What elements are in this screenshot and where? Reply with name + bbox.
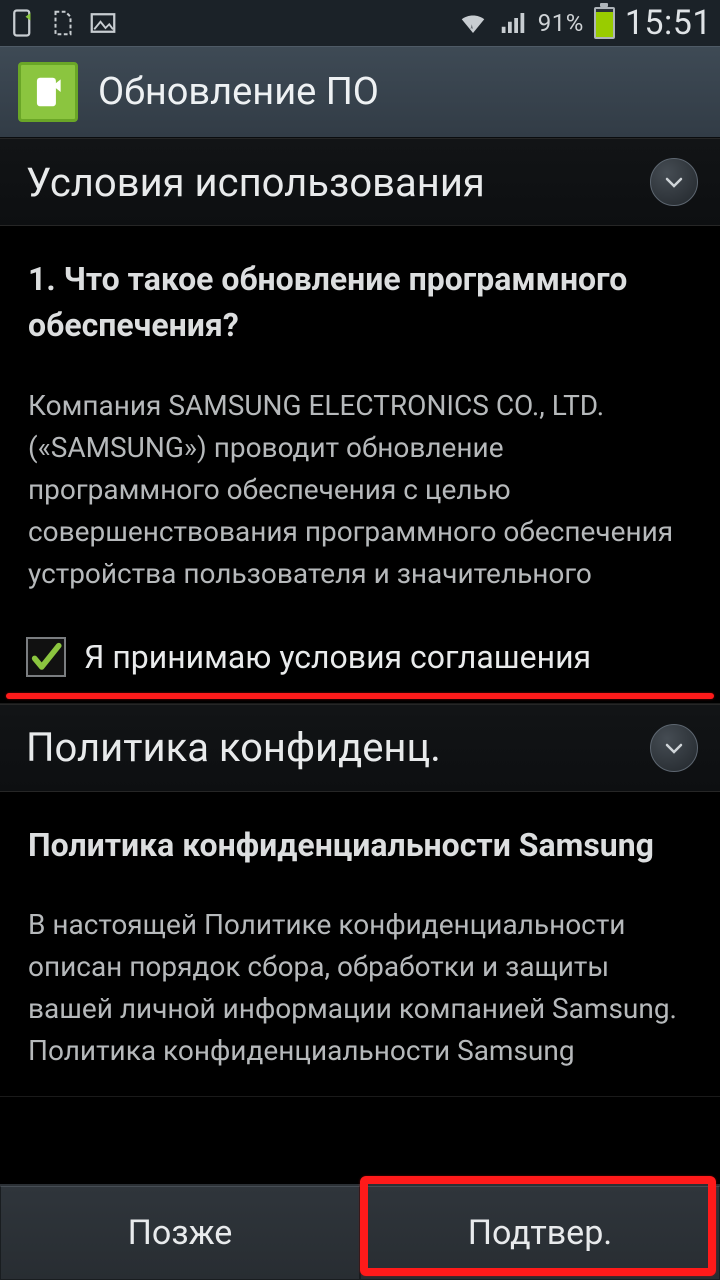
clock: 15:51 — [625, 3, 712, 43]
section-privacy-title: Политика конфиденц. — [26, 724, 441, 771]
picture-icon — [88, 8, 118, 38]
status-right: 91% 15:51 — [458, 3, 712, 43]
page-title: Обновление ПО — [98, 70, 379, 114]
content: Условия использования 1. Что такое обнов… — [0, 138, 720, 1184]
wifi-icon — [458, 8, 488, 38]
section-terms-title: Условия использования — [26, 159, 485, 206]
section-privacy-body: Политика конфиденциальности Samsung В на… — [0, 792, 720, 1096]
phone-sync-icon — [8, 8, 38, 38]
section-terms: Условия использования 1. Что такое обнов… — [0, 138, 720, 704]
terms-question-title: 1. Что такое обновление программного обе… — [28, 256, 692, 349]
signal-icon — [498, 8, 528, 38]
section-privacy-header[interactable]: Политика конфиденц. — [0, 704, 720, 792]
battery-percent: 91% — [538, 9, 584, 37]
accept-row[interactable]: Я принимаю условия соглашения — [0, 619, 720, 691]
confirm-button[interactable]: Подтвер. — [360, 1186, 720, 1280]
later-button-label: Позже — [128, 1213, 233, 1253]
battery-icon — [594, 7, 615, 39]
status-left — [8, 8, 118, 38]
accept-label: Я принимаю условия соглашения — [84, 638, 591, 676]
confirm-button-label: Подтвер. — [468, 1213, 613, 1253]
title-bar: Обновление ПО — [0, 46, 720, 138]
sim-icon — [48, 8, 78, 38]
bottom-bar: Позже Подтвер. — [0, 1184, 720, 1280]
chevron-down-icon[interactable] — [650, 724, 698, 772]
status-bar: 91% 15:51 — [0, 0, 720, 46]
section-privacy: Политика конфиденц. Политика конфиденциа… — [0, 704, 720, 1097]
terms-question-text: Компания SAMSUNG ELECTRONICS CO., LTD. (… — [28, 385, 692, 595]
chevron-down-icon[interactable] — [650, 158, 698, 206]
highlight-underline — [6, 693, 714, 699]
later-button[interactable]: Позже — [0, 1186, 360, 1280]
accept-checkbox[interactable] — [26, 637, 66, 677]
section-terms-body: 1. Что такое обновление программного обе… — [0, 226, 720, 619]
app-icon — [18, 62, 78, 122]
privacy-heading: Политика конфиденциальности Samsung — [28, 822, 692, 868]
privacy-text: В настоящей Политике конфиденциальности … — [28, 904, 692, 1072]
section-terms-header[interactable]: Условия использования — [0, 138, 720, 226]
